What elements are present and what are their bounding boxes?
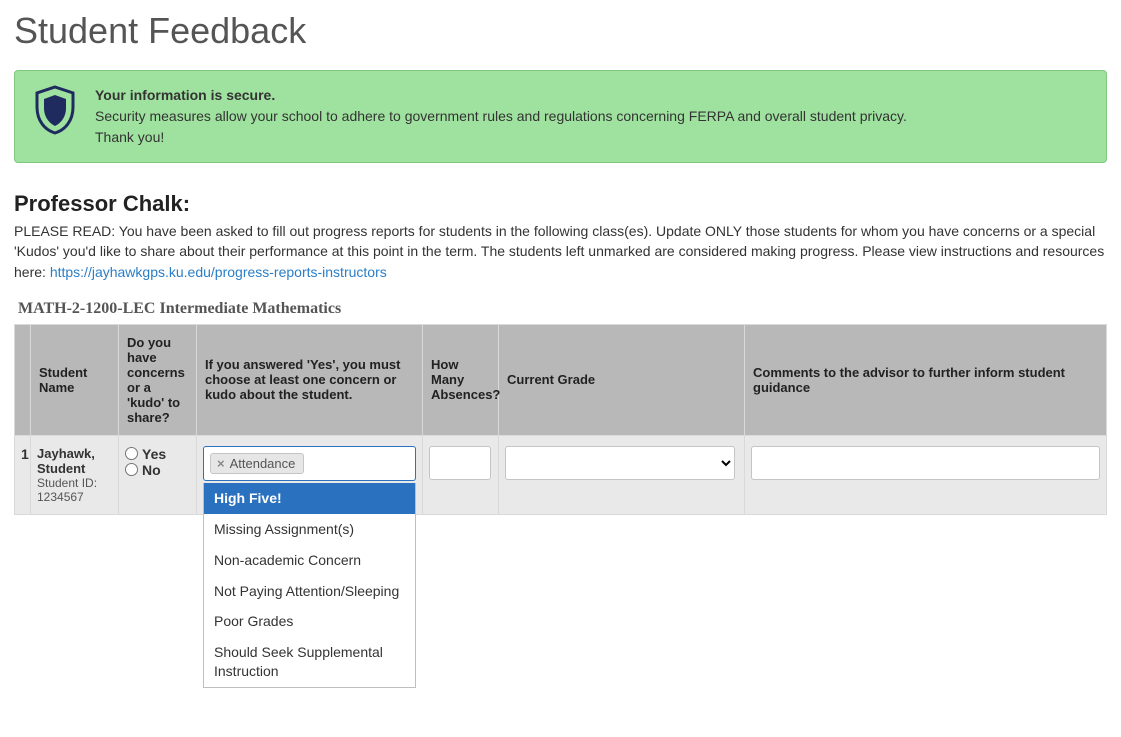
security-line1: Security measures allow your school to a… bbox=[95, 106, 907, 127]
grade-select[interactable] bbox=[505, 446, 735, 480]
col-absences: How Many Absences? bbox=[423, 324, 499, 435]
table-row: 1 Jayhawk, Student Student ID: 1234567 Y… bbox=[15, 435, 1107, 514]
absences-input[interactable] bbox=[429, 446, 491, 480]
security-banner: Your information is secure. Security mea… bbox=[14, 70, 1107, 163]
yes-text: Yes bbox=[142, 446, 166, 462]
col-comments: Comments to the advisor to further infor… bbox=[745, 324, 1107, 435]
course-title: MATH-2-1200-LEC Intermediate Mathematics bbox=[18, 300, 1107, 318]
dropdown-option[interactable]: Should Seek Supplemental Instruction bbox=[204, 637, 415, 687]
reasons-dropdown[interactable]: High Five!Missing Assignment(s)Non-acade… bbox=[203, 483, 416, 688]
comments-input[interactable] bbox=[751, 446, 1100, 480]
dropdown-option[interactable]: High Five! bbox=[204, 483, 415, 514]
selected-tag[interactable]: × Attendance bbox=[210, 453, 304, 474]
col-concerns: Do you have concerns or a 'kudo' to shar… bbox=[119, 324, 197, 435]
student-id: Student ID: 1234567 bbox=[37, 476, 112, 504]
no-text: No bbox=[142, 462, 161, 478]
radio-yes-label[interactable]: Yes bbox=[125, 446, 190, 462]
col-grade: Current Grade bbox=[499, 324, 745, 435]
radio-yes[interactable] bbox=[125, 447, 138, 460]
col-reasons: If you answered 'Yes', you must choose a… bbox=[197, 324, 423, 435]
reasons-multiselect[interactable]: × Attendance High Five!Missing Assignmen… bbox=[203, 446, 416, 481]
radio-no[interactable] bbox=[125, 463, 138, 476]
row-index: 1 bbox=[15, 435, 31, 514]
instructions-text: PLEASE READ: You have been asked to fill… bbox=[14, 221, 1107, 282]
shield-icon bbox=[33, 85, 77, 135]
dropdown-option[interactable]: Non-academic Concern bbox=[204, 545, 415, 576]
radio-no-label[interactable]: No bbox=[125, 462, 190, 478]
dropdown-option[interactable]: Poor Grades bbox=[204, 606, 415, 637]
student-name: Jayhawk, Student bbox=[37, 446, 112, 476]
remove-tag-icon[interactable]: × bbox=[217, 456, 225, 471]
security-line2: Thank you! bbox=[95, 127, 907, 148]
professor-heading: Professor Chalk: bbox=[14, 191, 1107, 217]
dropdown-option[interactable]: Missing Assignment(s) bbox=[204, 514, 415, 545]
selected-tag-label: Attendance bbox=[230, 456, 296, 471]
col-index bbox=[15, 324, 31, 435]
security-title: Your information is secure. bbox=[95, 85, 907, 106]
feedback-table: Student Name Do you have concerns or a '… bbox=[14, 324, 1107, 515]
dropdown-option[interactable]: Not Paying Attention/Sleeping bbox=[204, 576, 415, 607]
col-student-name: Student Name bbox=[31, 324, 119, 435]
page-title: Student Feedback bbox=[14, 10, 1107, 52]
instructions-link[interactable]: https://jayhawkgps.ku.edu/progress-repor… bbox=[50, 264, 387, 280]
